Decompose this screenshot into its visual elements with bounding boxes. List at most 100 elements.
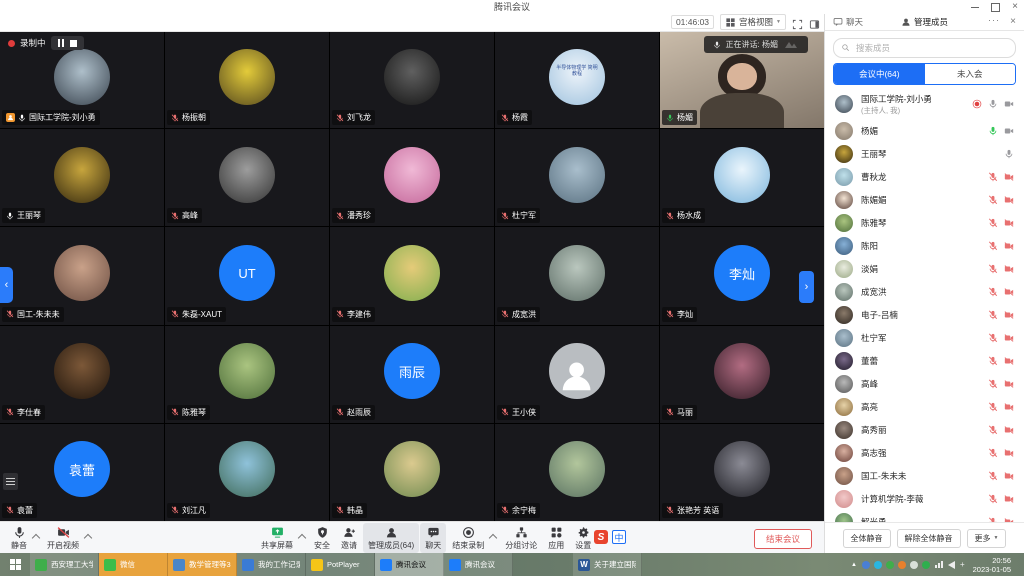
video-cell[interactable]: 国工-朱未未 (0, 227, 164, 324)
video-cell[interactable]: UT朱磊-XAUT (165, 227, 329, 324)
video-cell[interactable]: 陈雅琴 (165, 326, 329, 423)
member-row[interactable]: 淡娟 (825, 257, 1024, 280)
chevron-up-icon[interactable] (32, 534, 40, 542)
member-row[interactable]: 高亮 (825, 395, 1024, 418)
pause-recording-button[interactable] (58, 39, 64, 47)
video-cell[interactable]: 李建伟 (330, 227, 494, 324)
member-row[interactable]: 王丽琴 (825, 142, 1024, 165)
member-row[interactable]: 高志强 (825, 441, 1024, 464)
minimize-button[interactable] (971, 7, 979, 8)
member-row[interactable]: 陈媚媚 (825, 188, 1024, 211)
ime-language-icon[interactable]: 中 (612, 530, 626, 544)
member-row[interactable]: 高秀丽 (825, 418, 1024, 441)
tray-app-icon[interactable] (862, 561, 870, 569)
panel-close-icon[interactable]: × (1010, 16, 1016, 27)
next-page-arrow[interactable]: › (799, 271, 814, 303)
video-cell[interactable]: 袁蕾袁蕾 (0, 424, 164, 521)
taskbar-app[interactable]: PotPlayer (306, 553, 375, 576)
taskbar-app[interactable]: 腾讯会议 (375, 553, 444, 576)
tray-clock[interactable]: 20:56 2023-01-05 (973, 556, 1011, 574)
video-cell[interactable]: 潘秀珍 (330, 129, 494, 226)
member-row[interactable]: 陈雅琴 (825, 211, 1024, 234)
tray-app-icon[interactable] (886, 561, 894, 569)
video-cell[interactable]: 雨辰赵雨辰 (330, 326, 494, 423)
end-meeting-button[interactable]: 结束会议 (754, 529, 812, 549)
taskbar-app[interactable]: 我的工作记录文... (237, 553, 306, 576)
tray-expand-icon[interactable]: ▲ (851, 562, 857, 568)
video-cell[interactable]: 马丽 (660, 326, 824, 423)
tray-app-icon[interactable] (874, 561, 882, 569)
video-cell[interactable]: 成宽洪 (495, 227, 659, 324)
stop-recording-button[interactable] (70, 40, 77, 47)
toolbar-members-button[interactable]: 管理成员(64) (363, 523, 419, 553)
member-row[interactable]: 电子-吕楠 (825, 303, 1024, 326)
tab-in-meeting[interactable]: 会议中(64) (834, 64, 925, 84)
tab-not-joined[interactable]: 未入会 (925, 64, 1016, 84)
avatar (219, 441, 275, 497)
view-mode-selector[interactable]: 宫格视图 ▼ (720, 14, 786, 30)
taskbar-app[interactable]: W关于建立国际工... (573, 553, 642, 576)
member-row[interactable]: 陈阳 (825, 234, 1024, 257)
chevron-up-icon[interactable] (84, 534, 92, 542)
toolbar-shield-button[interactable]: 安全 (309, 523, 335, 553)
member-row[interactable]: 成宽洪 (825, 280, 1024, 303)
taskbar-app[interactable]: 西安理工大学办... (30, 553, 99, 576)
maximize-button[interactable] (991, 3, 1000, 12)
tray-app-icon[interactable] (910, 561, 918, 569)
camera-off-icon (1004, 264, 1014, 274)
toolbar-breakout-button[interactable]: 分组讨论 (500, 523, 542, 553)
input-method-icon[interactable]: + (960, 560, 965, 569)
video-cell[interactable]: 李仕春 (0, 326, 164, 423)
tray-app-icon[interactable] (922, 561, 930, 569)
video-cell[interactable]: 韩晶 (330, 424, 494, 521)
start-button[interactable] (0, 553, 30, 576)
video-cell[interactable]: 杜宁军 (495, 129, 659, 226)
taskbar-app[interactable]: 教学管理等3个会话 (168, 553, 237, 576)
toolbar-camera-off-button[interactable]: 开启视频 (42, 523, 84, 553)
tray-app-icon[interactable] (898, 561, 906, 569)
member-row[interactable]: 曹秋龙 (825, 165, 1024, 188)
unmute-all-button[interactable]: 解除全体静音 (897, 529, 961, 548)
toolbar-chat-button[interactable]: 聊天 (420, 523, 446, 553)
member-row[interactable]: 计算机学院-李薇 (825, 487, 1024, 510)
video-cell[interactable]: 刘江凡 (165, 424, 329, 521)
fullscreen-icon[interactable] (792, 17, 803, 28)
video-cell[interactable]: 杨水成 (660, 129, 824, 226)
chevron-up-icon[interactable] (489, 534, 497, 542)
taskbar-app[interactable]: 腾讯会议 (444, 553, 513, 576)
member-row[interactable]: 董蕾 (825, 349, 1024, 372)
video-cell[interactable]: 杨振朝 (165, 31, 329, 128)
video-cell[interactable]: 王丽琴 (0, 129, 164, 226)
member-row[interactable]: 国际工学院-刘小勇(主持人, 我) (825, 89, 1024, 119)
previous-page-arrow[interactable]: ‹ (0, 267, 13, 303)
toolbar-mic-button[interactable]: 静音 (6, 523, 32, 553)
layout-panel-icon[interactable] (809, 17, 820, 28)
mute-all-button[interactable]: 全体静音 (843, 529, 891, 548)
member-row[interactable]: 杨媚 (825, 119, 1024, 142)
toolbar-share-screen-button[interactable]: 共享屏幕 (256, 523, 298, 553)
member-row[interactable]: 杜宁军 (825, 326, 1024, 349)
volume-icon[interactable] (948, 561, 955, 569)
panel-more-icon[interactable]: ··· (988, 15, 1000, 25)
video-cell[interactable]: 余宁梅 (495, 424, 659, 521)
toolbar-settings-button[interactable]: 设置 (570, 523, 596, 553)
video-cell[interactable]: 张艳芳 英语 (660, 424, 824, 521)
avatar (714, 441, 770, 497)
toolbar-apps-button[interactable]: 应用 (543, 523, 569, 553)
video-cell[interactable]: 高峰 (165, 129, 329, 226)
search-input[interactable] (854, 42, 1008, 54)
sogou-ime-icon[interactable]: S (594, 530, 608, 544)
layout-toggle-icon[interactable] (3, 473, 18, 490)
close-button[interactable]: × (1012, 2, 1018, 12)
video-cell[interactable]: 半导体物理学 简明教程杨霞 (495, 31, 659, 128)
network-icon[interactable] (935, 561, 943, 568)
more-button[interactable]: 更多▼ (967, 529, 1007, 548)
video-cell[interactable]: 刘飞龙 (330, 31, 494, 128)
taskbar-app[interactable]: 微信 (99, 553, 168, 576)
member-row[interactable]: 国工-朱未未 (825, 464, 1024, 487)
chevron-up-icon[interactable] (298, 534, 306, 542)
video-cell[interactable]: 王小侠 (495, 326, 659, 423)
toolbar-invite-button[interactable]: 邀请 (336, 523, 362, 553)
toolbar-record-button[interactable]: 结束录制 (447, 523, 489, 553)
member-row[interactable]: 高峰 (825, 372, 1024, 395)
